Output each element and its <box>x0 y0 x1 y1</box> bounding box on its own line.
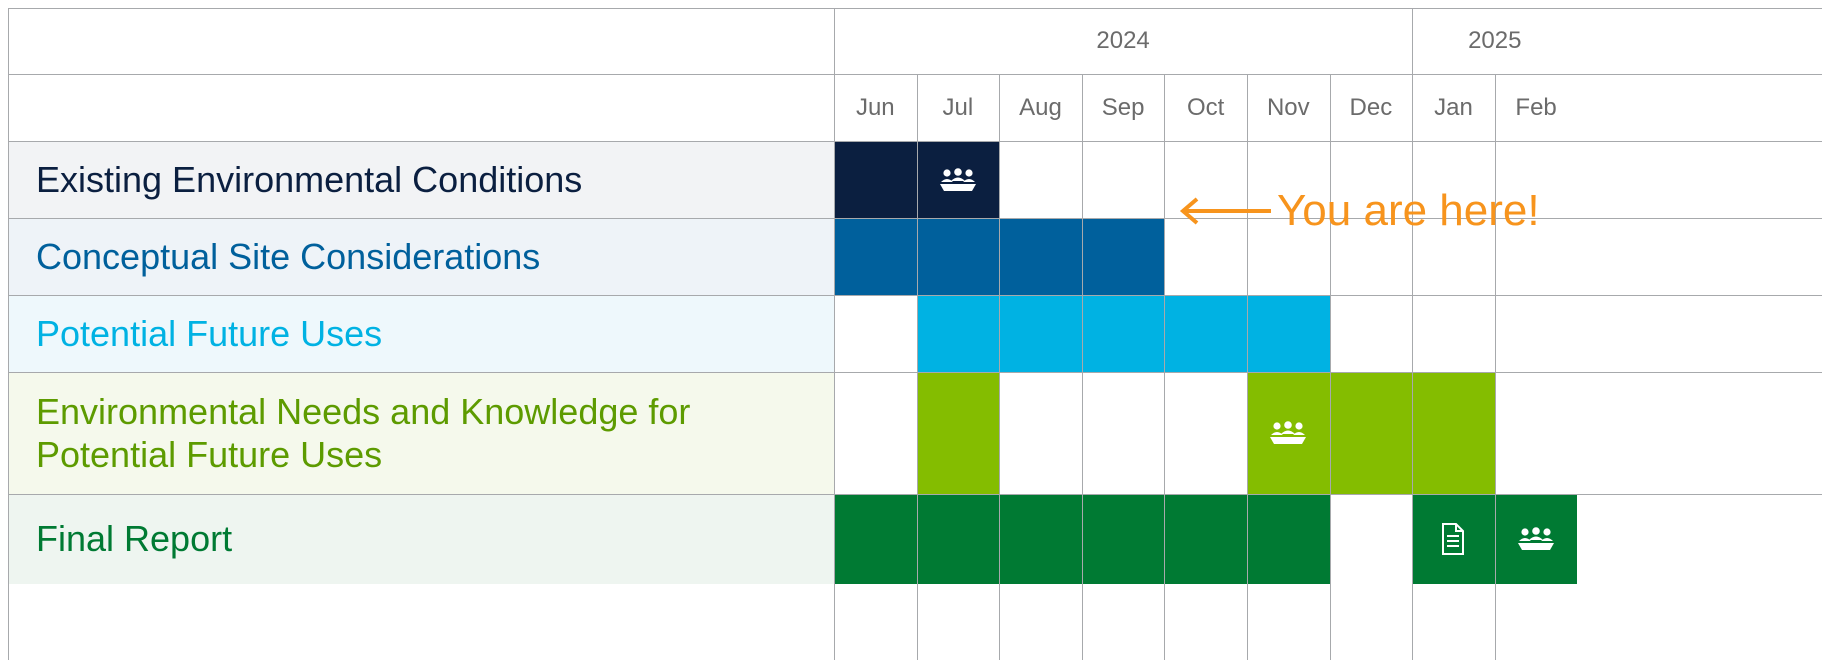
month-label-feb: Feb <box>1515 93 1557 121</box>
gantt-empty-cell <box>1081 141 1165 218</box>
gantt-bar-cell <box>834 141 917 218</box>
document-icon <box>1412 494 1495 584</box>
you-are-here-callout: You are here! <box>1177 176 1540 246</box>
gantt-bar-cell <box>1412 372 1495 494</box>
gantt-bar-cell <box>1247 295 1330 372</box>
task-label: Conceptual Site Considerations <box>8 218 834 295</box>
grid-line-horizontal <box>8 141 1822 142</box>
year-label: 2025 <box>1468 27 1522 54</box>
gantt-empty-cell <box>1412 295 1495 372</box>
grid-line-horizontal <box>8 494 1822 495</box>
gantt-empty-cell <box>834 372 917 494</box>
gantt-bar-cell <box>834 494 917 584</box>
gantt-bar-cell <box>1164 295 1247 372</box>
gantt-bar-cell <box>1247 494 1330 584</box>
month-label-dec: Dec <box>1349 93 1393 121</box>
gantt-bar-cell <box>1329 372 1413 494</box>
month-label-jun: Jun <box>855 93 895 121</box>
grid-line-vertical <box>999 74 1001 660</box>
gantt-bar-cell <box>999 218 1082 295</box>
task-label-text: Environmental Needs and Knowledge for Po… <box>36 390 691 475</box>
task-label: Existing Environmental Conditions <box>8 141 834 218</box>
grid-line-horizontal <box>8 74 1822 75</box>
gantt-bar-cell <box>999 295 1082 372</box>
meeting-icon <box>1247 372 1330 494</box>
gantt-bar-cell <box>1081 494 1165 584</box>
task-label-text: Existing Environmental Conditions <box>36 158 583 200</box>
month-label-jul: Jul <box>942 93 974 121</box>
grid-line-vertical <box>1247 74 1248 660</box>
left-arrow-icon <box>1179 197 1271 225</box>
month-label-sep: Sep <box>1101 93 1145 121</box>
gantt-empty-cell <box>1329 494 1413 584</box>
gantt-empty-cell <box>1164 372 1247 494</box>
grid-line-horizontal <box>8 8 1822 9</box>
gantt-bar-cell <box>916 494 1000 584</box>
month-label-oct: Oct <box>1187 93 1225 121</box>
grid-line-vertical <box>1081 74 1083 660</box>
month-label-jan: Jan <box>1434 93 1473 121</box>
grid-line-horizontal <box>8 372 1822 373</box>
gantt-empty-cell <box>1329 295 1413 372</box>
grid-line-vertical <box>1494 74 1496 660</box>
month-label-aug: Aug <box>1019 93 1062 121</box>
gantt-empty-cell <box>834 295 917 372</box>
task-label-text: Potential Future Uses <box>36 312 383 354</box>
gantt-empty-cell <box>1081 372 1165 494</box>
gantt-empty-cell <box>1494 372 1578 494</box>
gantt-bar-cell <box>834 218 917 295</box>
grid-line-vertical <box>1412 8 1414 660</box>
gantt-bar-cell <box>1081 218 1165 295</box>
grid-line-vertical <box>1164 74 1166 660</box>
grid-line-vertical <box>8 8 9 660</box>
gantt-bar-cell <box>1164 494 1247 584</box>
gantt-bar-cell <box>916 218 1000 295</box>
meeting-icon <box>917 141 1000 218</box>
task-label: Final Report <box>8 494 834 584</box>
task-label-text: Final Report <box>36 518 233 560</box>
grid-line-vertical <box>916 74 918 660</box>
year-label: 2024 <box>1096 27 1150 54</box>
grid-line-horizontal <box>8 295 1822 296</box>
gantt-bar-cell <box>999 494 1082 584</box>
gantt-bar-cell <box>916 295 1000 372</box>
task-label-text: Conceptual Site Considerations <box>36 235 541 277</box>
meeting-icon <box>1495 494 1578 584</box>
you-are-here-text: You are here! <box>1277 186 1540 235</box>
grid-line-vertical <box>1329 74 1331 660</box>
month-label-nov: Nov <box>1266 93 1310 121</box>
gantt-empty-cell <box>999 141 1082 218</box>
gantt-bar-cell <box>916 372 1000 494</box>
task-label: Environmental Needs and Knowledge for Po… <box>8 372 834 494</box>
task-label: Potential Future Uses <box>8 295 834 372</box>
grid-line-horizontal <box>8 218 1822 219</box>
gantt-bar-cell <box>1081 295 1165 372</box>
gantt-empty-cell <box>1494 295 1578 372</box>
grid-line-vertical <box>834 8 835 660</box>
gantt-empty-cell <box>999 372 1082 494</box>
